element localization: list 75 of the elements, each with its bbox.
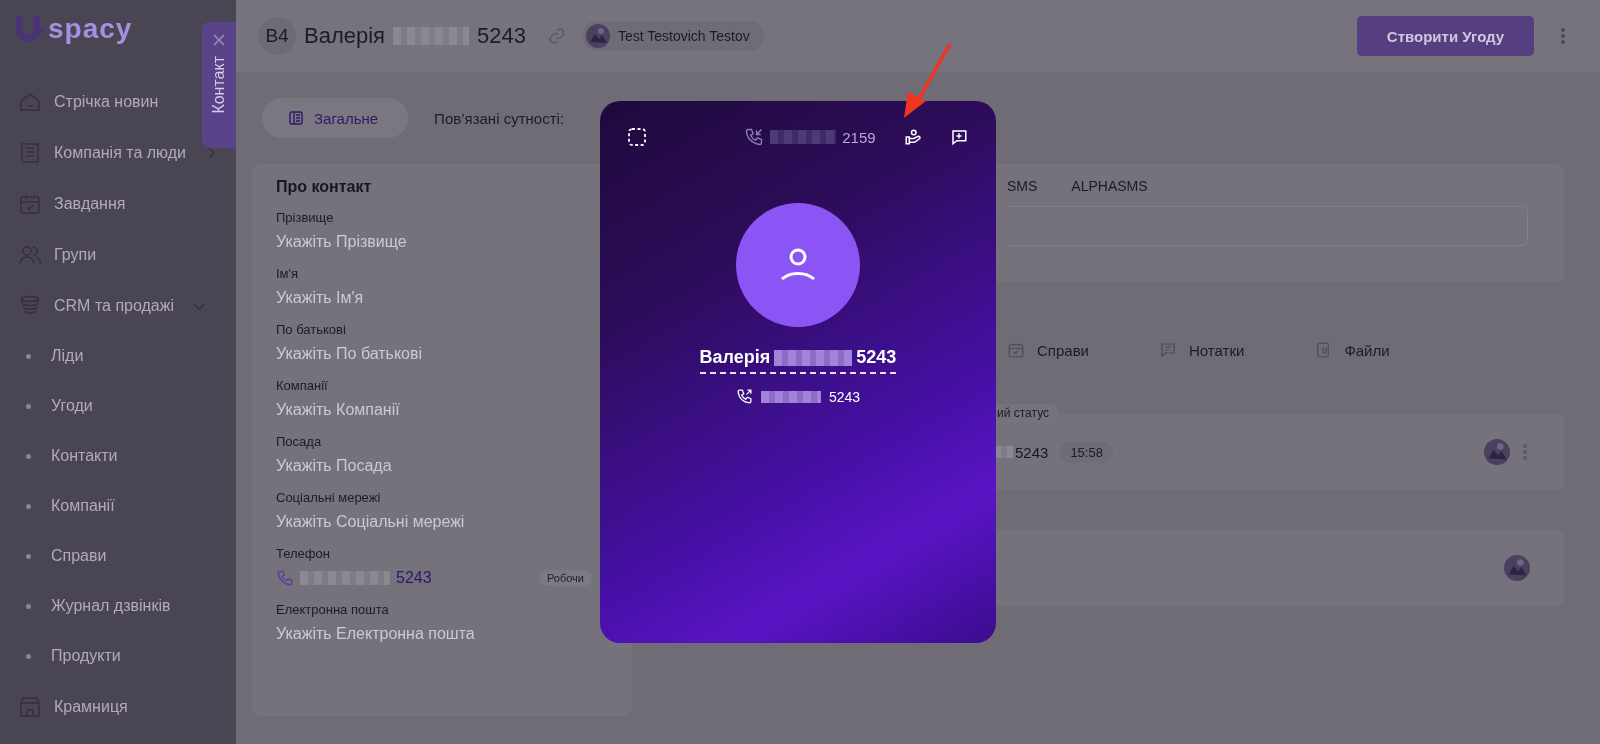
bullet-icon — [26, 653, 31, 659]
nav-item[interactable]: Стрічка новин — [12, 76, 159, 127]
redaction-block — [760, 390, 821, 403]
nav-subitem[interactable]: Ліди — [12, 331, 84, 381]
nav-subitem[interactable]: Продукти — [12, 631, 121, 681]
more-icon[interactable] — [1522, 443, 1528, 461]
related-label: Пов’язані сутності: — [434, 109, 564, 127]
field-placeholder[interactable]: Укажіть Електронна пошта — [276, 625, 475, 643]
nav-subitem[interactable]: Справи — [12, 531, 107, 581]
user-chip[interactable]: Test Testovich Testov — [582, 21, 764, 51]
link-icon[interactable] — [548, 27, 566, 45]
contact-title: Валерія — [304, 23, 386, 49]
avatar — [1484, 439, 1510, 465]
avatar — [1504, 555, 1530, 581]
field-placeholder[interactable]: Укажіть Прізвище — [276, 233, 407, 251]
create-deal-button[interactable]: Створити Угоду — [1357, 16, 1534, 56]
note-icon — [1159, 341, 1177, 359]
caller-number: 2159 — [842, 128, 876, 146]
minimize-icon[interactable] — [628, 128, 646, 146]
channel-tab[interactable]: SMS — [1007, 178, 1038, 194]
field-label: По батькові — [276, 322, 346, 337]
caller-name[interactable]: Валерія 5243 — [699, 347, 897, 374]
call-number: 5243 — [1015, 443, 1049, 461]
nav-item[interactable]: Крамниця — [12, 681, 128, 732]
document-icon — [288, 110, 304, 126]
initials-avatar: В4 — [258, 17, 296, 55]
time-badge: 15:58 — [1060, 441, 1113, 463]
channel-tab[interactable]: ALPHASMS — [1071, 178, 1148, 194]
nav-item[interactable]: Групи — [12, 229, 97, 280]
bullet-icon — [26, 403, 31, 409]
field-label: Ім'я — [276, 266, 299, 281]
field-placeholder[interactable]: Укажіть Компанії — [276, 401, 400, 419]
add-comment-icon[interactable] — [950, 128, 968, 146]
bullet-icon — [26, 453, 31, 459]
nav-item[interactable]: CRM та продажі — [12, 280, 206, 331]
field-placeholder[interactable]: Укажіть Посада — [276, 457, 392, 475]
nav-subitem[interactable]: Компанії — [12, 481, 115, 531]
field-label: Соціальні мережі — [276, 490, 381, 505]
status-tag: ий статус — [993, 404, 1059, 422]
redaction-block — [770, 130, 837, 144]
nav-subitem[interactable]: Журнал дзвінків — [12, 581, 171, 631]
activity-tab[interactable]: Справи — [1007, 341, 1089, 359]
activity-tab[interactable]: Файли — [1314, 341, 1390, 359]
logo-text: spacy — [48, 13, 133, 45]
field-label: Телефон — [276, 546, 330, 561]
card-title: Про контакт — [276, 178, 373, 196]
tab[interactable]: Загальне — [262, 98, 409, 138]
bullet-icon — [26, 553, 31, 559]
phone-link[interactable]: 5243 — [396, 569, 432, 587]
field-label: Прізвище — [276, 210, 334, 225]
bullet-icon — [26, 503, 31, 509]
close-icon — [213, 34, 225, 46]
phone-icon — [276, 569, 294, 587]
nav-subitem[interactable]: Угоди — [12, 381, 93, 431]
field-label: Компанії — [276, 378, 328, 393]
caller-phone: 5243 — [828, 388, 861, 405]
contact-title: 5243 — [477, 23, 526, 49]
calendar-icon — [1007, 341, 1025, 359]
phone-type-tag: Робочи — [538, 570, 592, 586]
field-placeholder[interactable]: Укажіть По батькові — [276, 345, 423, 363]
avatar — [586, 24, 610, 48]
field-label: Посада — [276, 434, 322, 449]
bullet-icon — [26, 603, 31, 609]
nav-item[interactable]: Завдання — [12, 178, 126, 229]
bullet-icon — [26, 353, 31, 359]
side-tab[interactable]: Контакт — [202, 22, 236, 148]
activity-tab[interactable]: Нотатки — [1159, 341, 1245, 359]
field-label: Електронна пошта — [276, 602, 389, 617]
field-placeholder[interactable]: Укажіть Ім'я — [276, 289, 364, 307]
person-hand-icon[interactable] — [903, 128, 922, 146]
outgoing-call-icon — [735, 388, 753, 405]
more-icon[interactable] — [1560, 27, 1566, 45]
nav-subitem[interactable]: Контакти — [12, 431, 118, 481]
incoming-call-icon — [744, 127, 765, 147]
field-placeholder[interactable]: Укажіть Соціальні мережі — [276, 513, 465, 531]
